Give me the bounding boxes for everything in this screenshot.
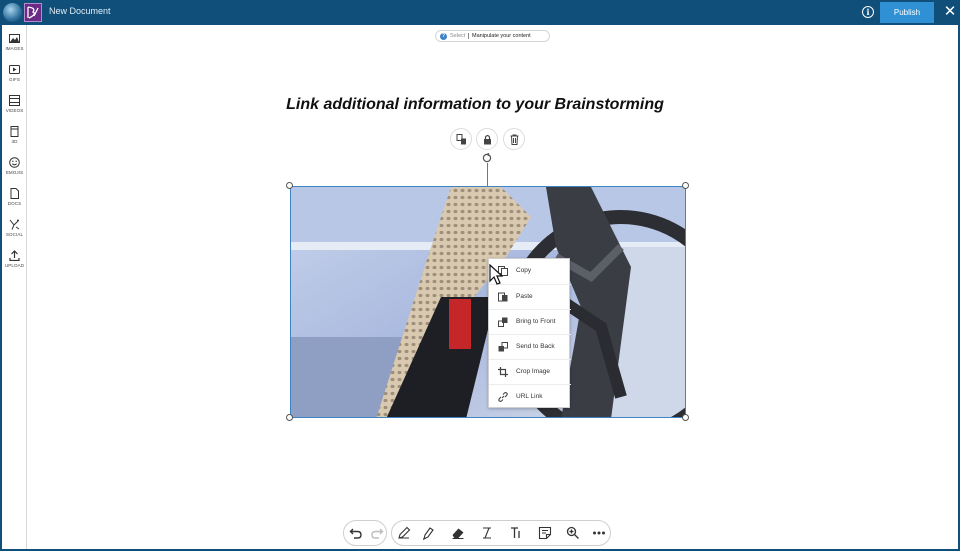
menu-item-label: Bring to Front [516,318,556,325]
resize-handle-top-left[interactable] [286,182,293,189]
sidebar-item-label: 3D [11,139,18,144]
pen-icon[interactable] [397,526,411,540]
video-icon [9,95,20,106]
menu-item-bring-to-front[interactable]: Bring to Front [489,309,571,334]
undo-icon[interactable] [349,526,363,540]
help-icon: ? [440,32,447,40]
sidebar-item-label: GIFS [9,77,20,82]
bring-front-icon [498,317,508,327]
menu-item-label: Copy [516,267,532,274]
menu-item-url-link[interactable]: URL Link [489,384,571,409]
sidebar-item-label: EMOJIS [5,170,24,175]
hint-message: Manipulate your content [472,33,531,39]
sidebar-item-label: UPLOAD [4,263,25,268]
close-icon[interactable]: ✕ [941,3,959,21]
delete-button[interactable] [503,128,525,150]
app-logo-icon[interactable] [3,3,22,22]
social-icon [9,219,20,230]
resize-handle-bottom-right[interactable] [682,414,689,421]
rotate-icon[interactable] [482,153,492,163]
sidebar-item-label: SOCIAL [5,232,24,237]
lock-icon [484,134,491,145]
sidebar-item-label: IMAGES [5,46,24,51]
zoom-icon[interactable] [566,526,580,540]
document-title[interactable]: New Document [49,6,111,16]
resize-handle-bottom-left[interactable] [286,414,293,421]
menu-item-paste[interactable]: Paste [489,284,571,309]
marker-icon[interactable] [421,526,435,540]
sidebar-item-gifs[interactable]: GIFS [2,64,27,82]
title-bar: New Document i Publish ✕ [0,0,960,25]
sidebar-item-3d[interactable]: 3D [2,126,27,144]
lock-button[interactable] [476,128,498,150]
canvas-heading[interactable]: Link additional information to your Brai… [225,96,725,114]
sidebar: IMAGES GIFS VIDEOS 3D EMOJIS DOCS SOCIAL… [0,25,27,551]
publish-button[interactable]: Publish [880,2,934,23]
tools-toolbar [391,520,611,546]
sidebar-item-social[interactable]: SOCIAL [2,219,27,237]
duplicate-icon [456,134,466,145]
text-cursor-icon[interactable] [480,526,494,540]
redo-icon[interactable] [370,526,384,540]
text-icon[interactable] [509,526,523,540]
send-back-icon [498,342,508,352]
duplicate-button[interactable] [450,128,472,150]
sidebar-item-docs[interactable]: DOCS [2,188,27,206]
gif-icon [9,65,20,74]
upload-icon [9,250,20,261]
emoji-icon [9,157,20,168]
menu-item-label: Crop Image [516,368,550,375]
crop-icon [498,367,508,377]
info-icon[interactable]: i [862,6,874,18]
sidebar-item-emojis[interactable]: EMOJIS [2,157,27,175]
sidebar-item-label: VIDEOS [5,108,24,113]
document-icon [10,188,19,199]
cube-icon [10,126,19,137]
hint-divider [468,33,469,39]
mouse-cursor-icon [489,264,503,285]
document-type-icon [24,3,42,22]
menu-item-label: Send to Back [516,343,555,350]
eraser-icon[interactable] [451,526,465,540]
sidebar-item-label: DOCS [7,201,22,206]
sidebar-item-images[interactable]: IMAGES [2,33,27,51]
paste-icon [498,292,508,302]
menu-item-label: URL Link [516,393,543,400]
sticky-note-icon[interactable] [538,526,552,540]
menu-item-crop-image[interactable]: Crop Image [489,359,571,384]
mode-hint: ? Select Manipulate your content [435,30,550,42]
sidebar-item-videos[interactable]: VIDEOS [2,95,27,113]
menu-item-send-to-back[interactable]: Send to Back [489,334,571,359]
menu-item-label: Paste [516,293,533,300]
mode-label: Select [450,33,466,39]
rotate-connector [487,163,488,186]
history-toolbar [343,520,387,546]
more-icon[interactable] [592,526,606,540]
image-icon [9,34,20,43]
link-icon [498,392,508,402]
resize-handle-top-right[interactable] [682,182,689,189]
trash-icon [510,134,519,145]
sidebar-item-upload[interactable]: UPLOAD [2,250,27,268]
